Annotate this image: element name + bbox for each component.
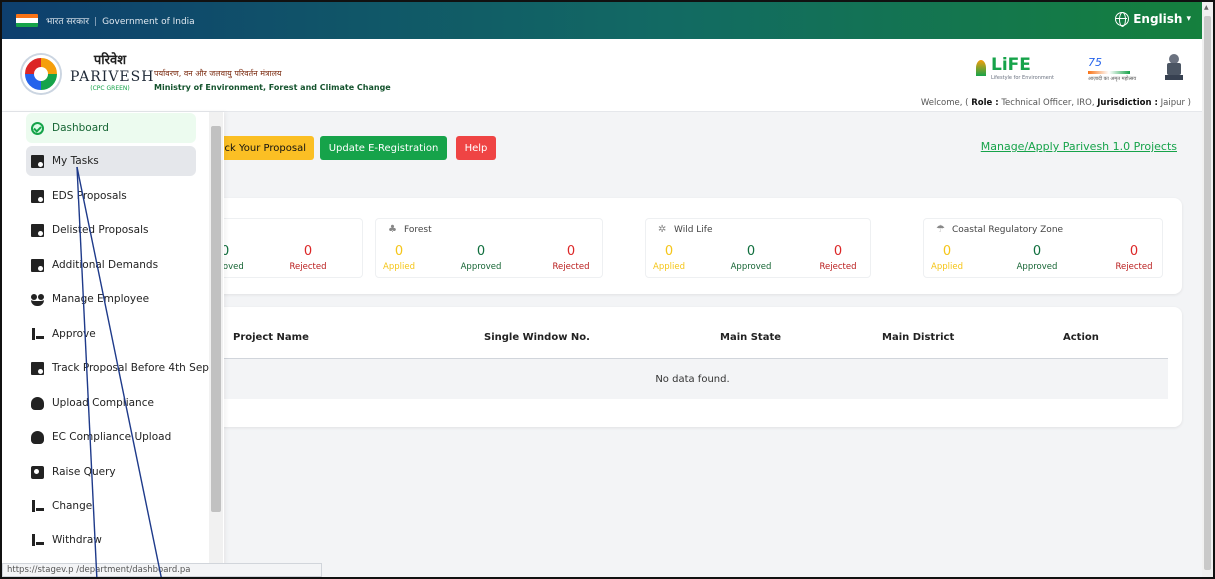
site-header: परिवेश PARIVESH (CPC GREEN) पर्यावरण, वन… [2,39,1213,112]
update-registration-button[interactable]: Update E-Registration [320,136,447,160]
column-project-name[interactable]: Project Name [233,332,309,343]
document-icon [31,223,44,237]
sidebar-item-approve[interactable]: Approve [26,319,196,349]
document-icon [31,361,44,375]
sidebar-item-eds-proposals[interactable]: EDS Proposals [26,181,196,211]
sidebar-item-change[interactable]: Change [26,491,196,521]
partial-rejected-label: Rejected [289,262,327,272]
wildlife-approved-label: Approved [730,262,772,272]
stats-card: 0 Approved 0 Rejected ♣ Forest 0 Applied 0… [197,198,1182,294]
wildlife-approved-value: 0 [746,244,756,259]
approve-icon [31,327,44,341]
sidebar-item-dashboard[interactable]: Dashboard [26,113,196,143]
crz-title: Coastal Regulatory Zone [952,225,1064,235]
forest-rejected-label: Rejected [552,262,590,272]
raise-query-icon [31,465,44,479]
sidebar-item-ec-compliance-upload[interactable]: EC Compliance Upload [26,422,196,452]
document-icon [31,258,44,272]
government-english: Government of India [102,17,195,27]
forest-applied-value: 0 [394,244,404,259]
wildlife-icon: ✲ [658,224,667,235]
government-hindi: भारत सरकार [46,17,90,27]
stat-box-crz[interactable]: ☂ Coastal Regulatory Zone 0 Applied 0 Appro… [923,218,1163,278]
sidebar-item-upload-compliance[interactable]: Upload Compliance [26,388,196,418]
wildlife-title: Wild Life [674,225,713,235]
column-single-window-no[interactable]: Single Window No. [484,332,590,343]
upload-icon [31,396,44,410]
column-main-state[interactable]: Main State [720,332,781,343]
language-label: English [1133,12,1183,26]
browser-window: भारत सरकार | Government of India English ▾… [0,0,1215,579]
forest-approved-label: Approved [460,262,502,272]
globe-icon [1115,12,1130,27]
stat-box-wildlife[interactable]: ✲ Wild Life 0 Applied 0 Approved 0 Rejected [645,218,871,278]
column-action[interactable]: Action [1063,332,1099,343]
withdraw-icon [31,533,44,547]
ministry-name: पर्यावरण, वन और जलवायु परिवर्तन मंत्रालय… [154,69,391,92]
crz-approved-label: Approved [1016,262,1058,272]
crz-rejected-value: 0 [1129,244,1139,259]
parivesh-logo[interactable]: परिवेश PARIVESH (CPC GREEN) [70,50,153,92]
forest-applied-label: Applied [383,262,415,272]
crz-rejected-label: Rejected [1115,262,1153,272]
sidebar-item-my-tasks[interactable]: My Tasks [26,146,196,176]
sidebar-item-manage-employee[interactable]: Manage Employee [26,284,196,314]
wildlife-applied-value: 0 [664,244,674,259]
sidebar: Dashboard My Tasks EDS Proposals Deliste… [2,112,224,577]
wildlife-applied-label: Applied [653,262,685,272]
document-icon [31,189,44,203]
window-scroll-thumb[interactable] [1204,16,1211,570]
coastal-icon: ☂ [936,224,945,235]
forest-rejected-value: 0 [566,244,576,259]
chevron-down-icon: ▾ [1186,14,1191,24]
language-selector[interactable]: English ▾ [1115,12,1191,27]
national-emblem-icon [1165,54,1183,82]
window-scrollbar[interactable] [1202,2,1213,577]
wildlife-rejected-value: 0 [833,244,843,259]
welcome-text: Welcome, ( Role : Technical Officer, IRO… [920,98,1191,108]
partial-rejected-value: 0 [303,244,313,259]
help-button[interactable]: Help [456,136,496,160]
sidebar-item-track-proposal[interactable]: Track Proposal Before 4th Sept [26,353,216,383]
manage-parivesh-link[interactable]: Manage/Apply Parivesh 1.0 Projects [981,140,1177,153]
people-icon [31,293,44,306]
life-logo: LiFE Lifestyle for Environment [974,55,1054,81]
sidebar-scrollbar[interactable] [209,112,223,577]
sidebar-item-raise-query[interactable]: Raise Query [26,457,196,487]
azadi-ka-amrit-mahotsav-logo: 75 आज़ादी का अमृत महोत्सव [1088,56,1137,82]
dashboard-icon [31,121,44,135]
sidebar-item-delisted-proposals[interactable]: Delisted Proposals [26,215,196,245]
change-icon [31,499,44,513]
crz-applied-label: Applied [931,262,963,272]
government-label: भारत सरकार | Government of India [46,17,195,27]
stat-box-forest[interactable]: ♣ Forest 0 Applied 0 Approved 0 Rejected [375,218,603,278]
forest-approved-value: 0 [476,244,486,259]
crz-approved-value: 0 [1032,244,1042,259]
upload-icon [31,430,44,444]
column-main-district[interactable]: Main District [882,332,954,343]
crz-applied-value: 0 [942,244,952,259]
status-url-bar: https://stagev.p /department/dashboard.p… [2,563,322,577]
parivesh-emblem-icon[interactable] [22,55,60,93]
forest-title: Forest [404,225,432,235]
proposals-table: Project Name Single Window No. Main Stat… [197,307,1182,427]
sidebar-item-additional-demands[interactable]: Additional Demands [26,250,196,280]
government-bar: भारत सरकार | Government of India English ▾ [2,2,1213,39]
document-icon [31,154,44,168]
forest-icon: ♣ [388,224,397,235]
india-flag-icon [16,14,38,27]
life-leaf-icon [974,60,988,76]
empty-table-message: No data found. [217,359,1168,399]
sidebar-scroll-thumb[interactable] [211,126,221,512]
sidebar-item-withdraw[interactable]: Withdraw [26,525,196,555]
wildlife-rejected-label: Rejected [819,262,857,272]
